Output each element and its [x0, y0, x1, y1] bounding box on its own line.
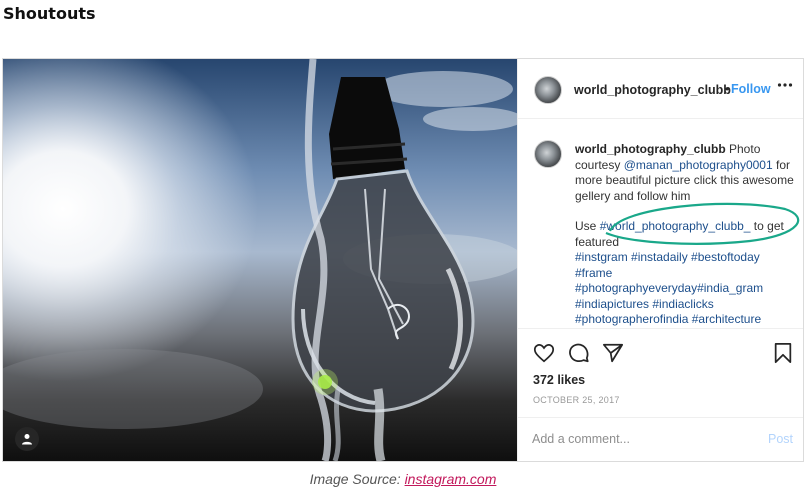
- use-prefix: Use: [575, 219, 600, 233]
- post-username[interactable]: world_photography_clubb: [574, 83, 731, 97]
- avatar[interactable]: [534, 76, 562, 104]
- post-date: OCTOBER 25, 2017: [533, 395, 620, 405]
- hashtag-line[interactable]: #frame: [575, 266, 797, 282]
- caption-username[interactable]: world_photography_clubb: [575, 142, 726, 156]
- tagged-user-icon[interactable]: [15, 427, 39, 451]
- instagram-post-card: world_photography_clubb • Follow world_p…: [2, 58, 804, 462]
- highlight-oval-annotation: [605, 202, 800, 245]
- lightbulb-illustration: [3, 59, 517, 461]
- hashtag-line[interactable]: #instgram #instadaily #bestoftoday: [575, 250, 797, 266]
- post-photo[interactable]: [3, 59, 517, 461]
- hashtag-line[interactable]: #photographerofindia #architecture: [575, 312, 797, 328]
- post-side-panel: world_photography_clubb • Follow world_p…: [517, 59, 803, 461]
- page-heading: Shoutouts: [3, 4, 96, 23]
- mention-link[interactable]: @manan_photography0001: [624, 158, 773, 172]
- post-comment-button[interactable]: Post: [768, 432, 793, 446]
- comment-icon[interactable]: [568, 342, 590, 369]
- follow-separator: •: [725, 82, 730, 96]
- caption-area: world_photography_clubb Photo courtesy @…: [518, 119, 803, 329]
- hashtag-line[interactable]: #indiapictures #indiaclicks: [575, 297, 797, 313]
- share-icon[interactable]: [602, 342, 624, 369]
- image-source-caption: Image Source: instagram.com: [0, 471, 806, 487]
- more-options-icon[interactable]: [777, 77, 793, 98]
- comment-input[interactable]: [532, 428, 732, 450]
- hashtag-line[interactable]: #photographyeveryday#india_gram: [575, 281, 797, 297]
- image-source-link[interactable]: instagram.com: [405, 471, 497, 487]
- heart-icon[interactable]: [533, 342, 555, 369]
- comment-box: Post: [518, 417, 803, 461]
- bookmark-icon[interactable]: [773, 342, 793, 369]
- avatar[interactable]: [534, 140, 562, 168]
- post-header: world_photography_clubb • Follow: [518, 59, 803, 119]
- likes-count[interactable]: 372 likes: [533, 373, 585, 387]
- follow-button[interactable]: Follow: [731, 82, 771, 96]
- post-actions: [518, 331, 803, 375]
- image-source-prefix: Image Source:: [309, 471, 405, 487]
